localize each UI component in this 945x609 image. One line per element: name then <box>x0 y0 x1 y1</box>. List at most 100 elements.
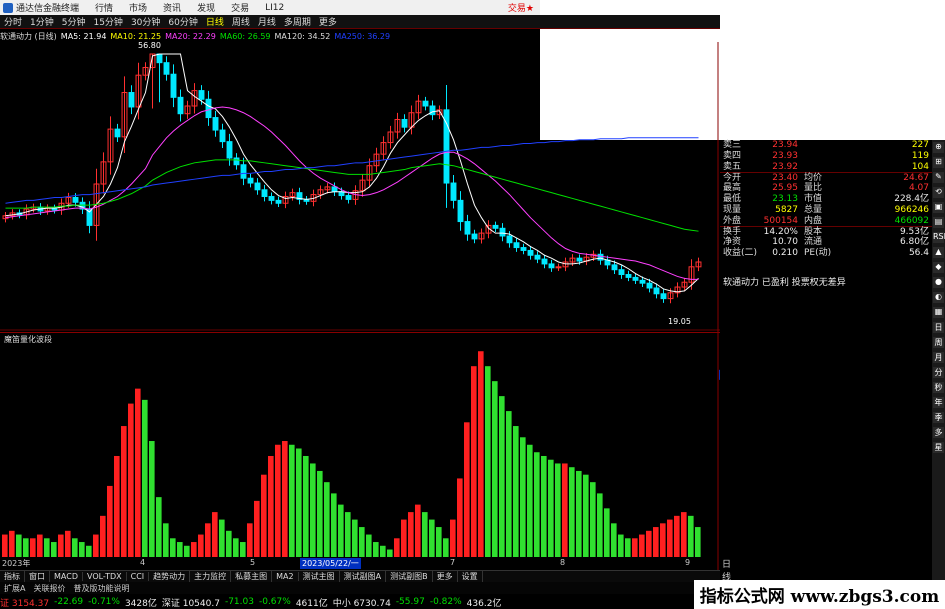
tool-icon[interactable]: 日 <box>933 322 944 333</box>
candle-body <box>548 263 555 269</box>
indicator-tab[interactable]: 测试主图 <box>299 571 340 582</box>
title-bar: 通达信金融终端 行情 市场 资讯 发现 交易 LI12 交易★ <box>0 0 540 15</box>
candle-body <box>506 235 513 244</box>
menu-news[interactable]: 资讯 <box>163 1 181 14</box>
osc-bar <box>9 530 15 557</box>
indicator-tab[interactable]: 私募主图 <box>231 571 273 582</box>
period-tab[interactable]: 日线 <box>202 15 228 28</box>
tool-icon[interactable]: ● <box>933 277 944 288</box>
tool-icon[interactable]: ◆ <box>933 262 944 273</box>
extension-tab[interactable]: 普及版功能说明 <box>69 583 133 594</box>
period-tab[interactable]: 多周期 <box>280 15 315 28</box>
period-tab[interactable]: 15分钟 <box>89 15 126 28</box>
osc-bar <box>58 534 64 557</box>
extension-tab[interactable]: 关联报价 <box>29 583 69 594</box>
index-quote: -0.82% <box>429 597 462 607</box>
osc-bar <box>247 523 253 557</box>
tool-icon[interactable]: ⟲ <box>933 187 944 198</box>
tool-icon[interactable]: 星 <box>933 442 944 453</box>
quote-row: 卖三 23.94 227 <box>720 140 932 151</box>
candle-body <box>114 128 121 138</box>
period-tab[interactable]: 1分钟 <box>26 15 58 28</box>
osc-bar <box>520 437 526 557</box>
indicator-tab[interactable]: 测试副图A <box>340 571 387 582</box>
tool-icon[interactable]: ⊕ <box>933 142 944 153</box>
tool-icon[interactable]: 月 <box>933 352 944 363</box>
menu-li12[interactable]: LI12 <box>265 3 284 13</box>
quote-value: 5827 <box>775 204 798 215</box>
tool-icon[interactable]: ▤ <box>933 217 944 228</box>
osc-bar <box>541 455 547 557</box>
tool-icon[interactable]: ▲ <box>933 247 944 258</box>
tool-icon[interactable]: ▦ <box>933 307 944 318</box>
menu-market[interactable]: 行情 <box>95 1 113 14</box>
tool-icon[interactable]: 周 <box>933 337 944 348</box>
candle-body <box>72 196 79 203</box>
date-axis: 日线 2023年 4 5 2023/05/22/一 7 8 9 <box>0 558 731 583</box>
candle-body <box>331 186 338 193</box>
period-tab[interactable]: 5分钟 <box>58 15 90 28</box>
oscillator-chart[interactable]: 魔笛量化波段55.0050.0045.0040.0035.0030.0025.0… <box>0 332 720 570</box>
quote-row: 今开 23.40 均价 24.67 <box>720 172 932 183</box>
ma5-line <box>5 53 699 293</box>
menu-discover[interactable]: 发现 <box>197 1 215 14</box>
tool-icon[interactable]: ✎ <box>933 172 944 183</box>
period-tab[interactable]: 分时 <box>0 15 26 28</box>
period-tab[interactable]: 60分钟 <box>164 15 201 28</box>
indicator-tab[interactable]: 更多 <box>433 571 458 582</box>
period-tab[interactable]: 30分钟 <box>127 15 164 28</box>
tool-icon[interactable]: 年 <box>933 397 944 408</box>
tool-icon[interactable]: ▣ <box>933 202 944 213</box>
indicator-tab[interactable]: 窗口 <box>25 571 50 582</box>
menu-trade[interactable]: 交易 <box>231 1 249 14</box>
trade-button[interactable]: 交易★ <box>508 1 534 14</box>
osc-bar <box>653 527 659 557</box>
period-tab[interactable]: 更多 <box>315 15 341 28</box>
tool-icon[interactable]: 多 <box>933 427 944 438</box>
indicator-name: 魔笛量化波段 <box>4 334 52 344</box>
indicator-tab[interactable]: 趋势动力 <box>149 571 191 582</box>
quote-label: 卖四 <box>723 150 742 161</box>
candle-body <box>345 195 352 200</box>
extension-tab[interactable]: 扩展A <box>0 583 29 594</box>
date-marker: 7 <box>450 558 456 567</box>
indicator-tab[interactable]: 指标 <box>0 571 25 582</box>
candle-body <box>625 274 632 278</box>
candlestick-chart[interactable]: 56.8019.0542.5040.0037.5035.0032.5030.00… <box>0 42 720 332</box>
indicator-tab[interactable]: CCI <box>127 572 150 581</box>
candle-body <box>226 141 233 159</box>
period-tab[interactable]: 月线 <box>254 15 280 28</box>
indicator-tab[interactable]: MACD <box>50 572 83 581</box>
tool-icon[interactable]: 分 <box>933 367 944 378</box>
tool-icon[interactable]: ⊞ <box>933 157 944 168</box>
tool-icon[interactable]: RSI <box>933 232 945 243</box>
candle-body <box>597 253 604 261</box>
quote-label: PE(动) <box>804 247 832 258</box>
quote-label: 外盘 <box>723 215 742 226</box>
indicator-tab[interactable]: MA2 <box>272 572 299 581</box>
osc-bar <box>485 366 491 557</box>
candle-body <box>198 90 205 100</box>
osc-bar <box>205 523 211 557</box>
period-tab[interactable]: 周线 <box>228 15 254 28</box>
osc-bar <box>373 542 379 557</box>
indicator-tab[interactable]: 设置 <box>458 571 483 582</box>
candle-body <box>618 269 625 276</box>
indicator-tab[interactable]: 主力监控 <box>190 571 232 582</box>
quote-value: 4.07 <box>908 183 929 194</box>
quote-value: 228.4亿 <box>894 193 929 204</box>
tool-icon[interactable]: ◐ <box>933 292 944 303</box>
chart-title: 软通动力 (日线) <box>0 31 57 41</box>
candle-body <box>163 62 170 75</box>
indicator-tab[interactable]: 测试副图B <box>386 571 433 582</box>
date-marker: 5 <box>250 558 256 567</box>
osc-bar <box>107 485 113 557</box>
indicator-tab[interactable]: VOL-TDX <box>83 572 127 581</box>
menu-exchange[interactable]: 市场 <box>129 1 147 14</box>
tool-icon[interactable]: 季 <box>933 412 944 423</box>
tool-icon[interactable]: 秒 <box>933 382 944 393</box>
candle-body <box>471 233 478 240</box>
candle-body <box>527 249 534 256</box>
date-marker: 8 <box>560 558 566 567</box>
osc-bar <box>16 534 22 557</box>
